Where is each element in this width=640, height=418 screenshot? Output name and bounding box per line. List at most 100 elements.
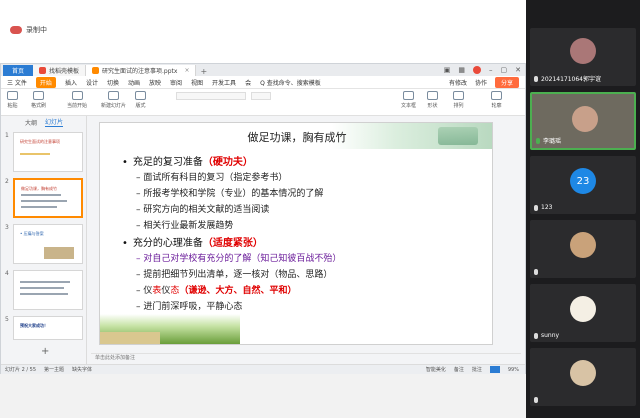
mic-icon — [536, 137, 540, 144]
smart-beautify[interactable]: 智能美化 — [426, 366, 446, 373]
shape-button[interactable]: 形状 — [427, 91, 438, 109]
bullet-item[interactable]: – 所报考学校和学院（专业）的基本情况的了解 — [136, 186, 323, 199]
outline-icon — [491, 91, 502, 100]
notes-placeholder: 单击此处添加备注 — [95, 355, 136, 361]
slide-thumb-3[interactable]: 3 • 压痛与答案 — [5, 224, 83, 264]
menu-design[interactable]: 设计 — [86, 78, 98, 87]
paste-icon — [7, 91, 18, 100]
shape-icon — [427, 91, 438, 100]
comments-toggle[interactable]: 批注 — [472, 366, 482, 373]
menu-developer[interactable]: 开发工具 — [212, 78, 236, 87]
tab-slides[interactable]: 幻灯片 — [45, 117, 64, 127]
participant-label — [534, 269, 541, 275]
menu-view[interactable]: 视图 — [191, 78, 203, 87]
tab-bar: 首页 找稻壳模板 研究生面试的注意事项.pptx × + ▣ ▦ – ▢ ✕ — [1, 64, 525, 76]
cartoon-avatar — [570, 296, 596, 322]
recording-bar: 录制中 — [0, 0, 526, 63]
wps-logo-icon — [39, 67, 46, 74]
slide-canvas[interactable]: 做足功课，胸有成竹 • 充足的复习准备（硬功夫） – 面试所有科目的复习（指定参考… — [99, 122, 493, 345]
participant-tile[interactable]: sunny — [530, 284, 636, 342]
zoom-level[interactable]: 99% — [508, 367, 519, 373]
slide-thumb-4[interactable]: 4 — [5, 270, 83, 310]
menu-file[interactable]: 三 文件 — [7, 78, 27, 87]
maximize-icon[interactable]: ▢ — [501, 66, 508, 74]
thumb-line — [20, 293, 68, 295]
bullet-item[interactable]: – 相关行业最新发展趋势 — [136, 218, 233, 231]
textbox-button[interactable]: 文本框 — [401, 91, 416, 109]
item-text: 对自己对学校有充分的了解（知己知彼百战不殆） — [143, 254, 342, 264]
menu-animation[interactable]: 动画 — [128, 78, 140, 87]
menu-member[interactable]: 会 — [245, 78, 251, 87]
slide-thumb-1[interactable]: 1 研究生面试的注意事项 — [5, 132, 83, 172]
paste-button[interactable]: 粘贴 — [7, 91, 18, 109]
grid-icon[interactable]: ▦ — [458, 66, 465, 74]
participant-tile[interactable]: 20214171064郭宇谊 — [530, 28, 636, 86]
user-avatar[interactable] — [473, 66, 481, 74]
bullet-section-2[interactable]: • 充分的心理准备（适度紧张） — [122, 234, 263, 249]
bullet-item[interactable]: – 面试所有科目的复习（指定参考书） — [136, 170, 287, 183]
slide-thumb-2[interactable]: 2 做足功课，胸有成竹 — [5, 178, 83, 218]
recording-indicator[interactable]: 录制中 — [10, 25, 47, 35]
item-text: 进门前深呼吸，平静心态 — [143, 302, 243, 312]
collab-button[interactable]: 协作 — [475, 78, 487, 87]
menu-insert[interactable]: 插入 — [65, 78, 77, 87]
character-avatar — [570, 360, 596, 386]
arrange-button[interactable]: 排列 — [453, 91, 464, 109]
participant-label: 123 — [534, 204, 552, 211]
bullet-item[interactable]: – 仪表仪态（谦逊、大方、自然、平和） — [136, 283, 296, 296]
panel-tabs: 大纲 幻灯片 — [1, 116, 86, 128]
path-decoration — [100, 332, 160, 344]
missing-font[interactable]: 缺失字体 — [72, 366, 92, 373]
font-select[interactable] — [176, 92, 246, 100]
arrange-icon — [453, 91, 464, 100]
minimize-icon[interactable]: – — [489, 66, 493, 74]
tab-document[interactable]: 研究生面试的注意事项.pptx × — [86, 65, 197, 76]
play-current-button[interactable]: 当前开始 — [67, 91, 87, 109]
add-slide-button[interactable]: + — [41, 346, 49, 357]
bullet-item[interactable]: – 进门前深呼吸，平静心态 — [136, 299, 242, 312]
thumb-preview — [13, 270, 83, 310]
mic-icon — [534, 75, 538, 82]
participant-tile[interactable] — [530, 348, 636, 406]
slide-count: 幻灯片 2 / 55 — [5, 367, 36, 373]
menu-review[interactable]: 审阅 — [170, 78, 182, 87]
layout-button[interactable]: 版式 — [135, 91, 146, 109]
outline-button[interactable]: 轮廓 — [491, 91, 502, 109]
menu-start[interactable]: 开始 — [35, 76, 56, 88]
tab-template[interactable]: 找稻壳模板 — [33, 65, 87, 76]
slide-title[interactable]: 做足功课，胸有成竹 — [100, 129, 492, 145]
bullet-section-1[interactable]: • 充足的复习准备（硬功夫） — [122, 153, 253, 168]
new-slide-button[interactable]: 新建幻灯片 — [101, 91, 126, 109]
close-icon[interactable]: ✕ — [515, 66, 521, 74]
thumb-preview: • 压痛与答案 — [13, 224, 83, 264]
menu-slideshow[interactable]: 放映 — [149, 78, 161, 87]
share-button[interactable]: 分享 — [494, 76, 519, 88]
mic-icon — [534, 397, 538, 403]
slide-thumb-5[interactable]: 5 预祝大家成功！ — [5, 316, 83, 340]
participant-video — [572, 106, 598, 132]
tab-home[interactable]: 首页 — [3, 65, 33, 76]
participant-tile[interactable]: 23 123 — [530, 156, 636, 214]
font-size-select[interactable] — [251, 92, 271, 100]
item-text: 所报考学校和学院（专业）的基本情况的了解 — [143, 189, 324, 199]
section-2-text: 充分的心理准备 — [132, 238, 203, 249]
notes-toggle[interactable]: 备注 — [454, 366, 464, 373]
participants-sidebar: 20214171064郭宇谊 李璐瑶 23 123 sunny — [526, 0, 640, 418]
status-bar: 幻灯片 2 / 55 第一主题 缺失字体 智能美化 备注 批注 99% — [1, 364, 525, 374]
slideshow-play-icon[interactable] — [489, 366, 500, 373]
notes-area[interactable]: 单击此处添加备注 — [91, 353, 521, 361]
tab-outline[interactable]: 大纲 — [25, 118, 37, 127]
layout-icon[interactable]: ▣ — [444, 66, 451, 74]
participant-tile[interactable] — [530, 220, 636, 278]
bottom-area — [0, 374, 526, 418]
bullet-item[interactable]: – 研究方向的相关文献的适当阅读 — [136, 202, 269, 215]
participant-tile-active[interactable]: 李璐瑶 — [530, 92, 636, 150]
bullet-item[interactable]: – 提前把细节列出清单，逐一核对（物品、思路） — [136, 267, 332, 280]
new-tab-button[interactable]: + — [196, 67, 211, 76]
close-tab-icon[interactable]: × — [184, 67, 189, 74]
command-search[interactable]: Q 查找命令、搜索模板 — [260, 78, 321, 87]
bullet-item[interactable]: – 对自己对学校有充分的了解（知己知彼百战不殆） — [136, 251, 341, 264]
menu-transition[interactable]: 切换 — [107, 78, 119, 87]
modified-status[interactable]: 有修改 — [449, 78, 467, 87]
format-painter-button[interactable]: 格式刷 — [31, 91, 46, 109]
